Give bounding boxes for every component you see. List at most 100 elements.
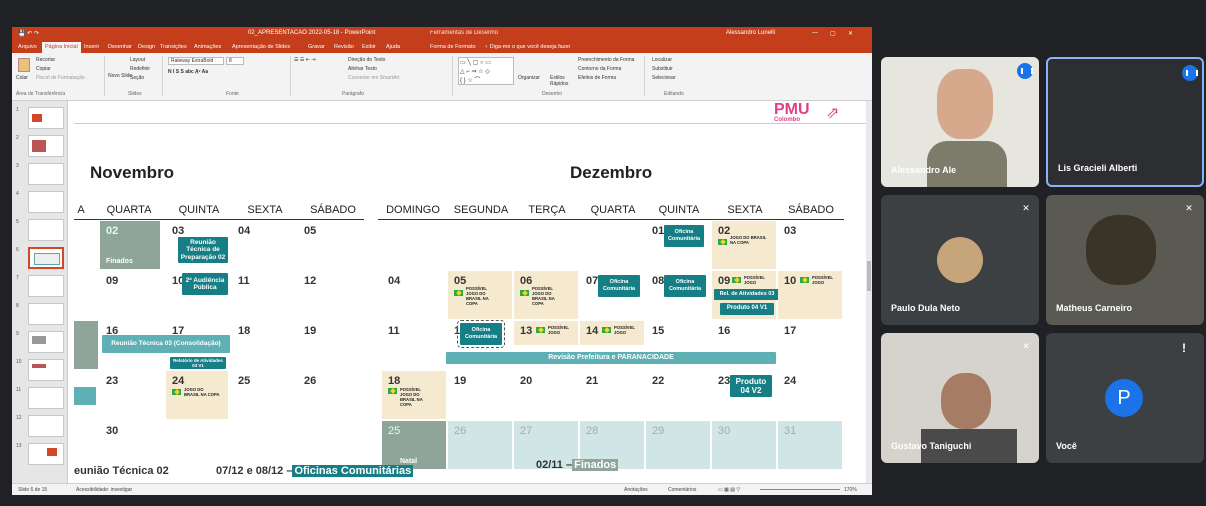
zoom-level[interactable]: 170% [844, 487, 857, 493]
close-icon[interactable]: ✕ [848, 30, 853, 37]
produto-04-v1-label[interactable]: Produto 04 V1 [720, 303, 774, 315]
rel-atividades-label[interactable]: Rel. de Atividades 03 [714, 289, 780, 300]
participant-tile-gustavo[interactable]: ✕ Gustavo Taniguchi [881, 333, 1039, 463]
tell-me-search[interactable]: ♀ Diga-me o que você deseja fazer [484, 44, 570, 50]
slide-thumb-selected[interactable] [28, 247, 64, 269]
shape-outline-button[interactable]: Contorno da Forma [578, 66, 621, 72]
tab-design[interactable]: Design [138, 44, 155, 50]
cut-button[interactable]: Recortar [36, 57, 55, 63]
day-number: 24 [784, 375, 797, 387]
maximize-icon[interactable]: ▢ [830, 30, 836, 37]
slide-thumb[interactable] [28, 415, 64, 437]
format-painter-button[interactable]: Pincel de Formatação [36, 75, 85, 81]
reuniao-preparacao-label[interactable]: Reunião Técnica de Preparação 02 [178, 237, 228, 263]
oficina-label[interactable]: Oficina Comunitária [664, 275, 706, 297]
quick-styles-button[interactable]: Estilos Rápidos [550, 75, 574, 87]
slide-thumb[interactable] [28, 387, 64, 409]
user-name[interactable]: Alessandro Lunelli [726, 30, 775, 36]
nov-cell-30: 30 [100, 421, 162, 469]
day-number: 18 [238, 325, 251, 337]
participant-tile-alessandro[interactable]: Alessandro Ale [881, 57, 1039, 187]
shape-effects-button[interactable]: Efeitos de Forma [578, 75, 616, 81]
tab-transicoes[interactable]: Transições [160, 44, 187, 50]
shapes-gallery[interactable]: ▭ ╲ ▢ ○ ▭ △ ⌐ ⇒ ☆ ◇{ } ☆ ⌒ [458, 57, 514, 85]
day-number: 18 [388, 375, 401, 387]
copy-button[interactable]: Copiar [36, 66, 51, 72]
reset-button[interactable]: Redefinir [130, 66, 150, 72]
list-buttons[interactable]: ☰ ☰ ⇤ ⇥ [294, 57, 316, 63]
nov-cell-11: 11 [232, 271, 294, 319]
new-slide-button[interactable]: Novo Slide [108, 73, 132, 79]
font-size-select[interactable]: 8 [226, 57, 244, 65]
thumb-number: 10 [16, 359, 22, 365]
revisao-label[interactable]: Revisão Prefeitura e PARANACIDADE [446, 352, 776, 364]
oficina-label-selected[interactable]: Oficina Comunitária [457, 320, 505, 348]
shape-fill-button[interactable]: Preenchimento da Forma [578, 57, 634, 63]
tab-revisao[interactable]: Revisão [334, 44, 354, 50]
accessibility-status[interactable]: Acessibilidade: investigar [76, 487, 132, 493]
tab-forma-formato[interactable]: Forma de Formato [430, 44, 476, 50]
save-icon[interactable]: 💾 ↶ ↷ [18, 30, 39, 37]
slide-thumb[interactable] [28, 359, 64, 381]
brazil-flag-icon [732, 277, 741, 283]
bold-button[interactable]: N I S S abc A̲ᵛ Aa [168, 69, 208, 75]
smartart-button[interactable]: Converter em SmartArt [348, 75, 399, 81]
replace-button[interactable]: Substituir [652, 66, 673, 72]
tab-pagina-inicial[interactable]: Página Inicial [42, 42, 81, 53]
slide-thumb[interactable] [28, 331, 64, 353]
reuniao-tecnica-03-label[interactable]: Reunião Técnica 03 (Consolidação) [102, 335, 230, 353]
participant-tile-matheus[interactable]: ✕ Matheus Carneiro [1046, 195, 1204, 325]
month-title-november: Novembro [90, 163, 175, 182]
slide-thumb[interactable] [28, 275, 64, 297]
slide-thumb[interactable] [28, 135, 64, 157]
relatorio-label[interactable]: Relatório de Atividades 03 V1 [170, 357, 226, 369]
minimize-icon[interactable]: — [812, 30, 818, 36]
slide-canvas[interactable]: PMU ⇗ Colombo Novembro Dezembro A QUARTA… [74, 101, 870, 483]
tab-desenhar[interactable]: Desenhar [108, 44, 132, 50]
slide-thumb[interactable] [28, 163, 64, 185]
slide-thumb[interactable] [28, 107, 64, 129]
tab-ajuda[interactable]: Ajuda [386, 44, 400, 50]
tab-inserir[interactable]: Inserir [84, 44, 99, 50]
slide-thumb[interactable] [28, 191, 64, 213]
tab-gravar[interactable]: Gravar [308, 44, 325, 50]
tab-animacoes[interactable]: Animações [194, 44, 221, 50]
zoom-slider[interactable] [760, 489, 840, 490]
font-name-select[interactable]: Raleway ExtraBold [168, 57, 224, 65]
day-number: 05 [454, 275, 467, 287]
view-buttons[interactable]: ▭ ▦ ▤ ▽ [718, 487, 740, 493]
participant-tile-paulo[interactable]: ✕ Paulo Dula Neto [881, 195, 1039, 325]
slide-thumbnails[interactable]: 1 2 3 4 5 6 7 8 9 10 11 12 13 [12, 101, 68, 483]
oficina-label[interactable]: Oficina Comunitária [598, 275, 640, 297]
tab-exibir[interactable]: Exibir [362, 44, 376, 50]
slide-thumb[interactable] [28, 443, 64, 465]
window-title: 02_APRESENTACAO 2022-05-18 - PowerPoint [248, 30, 376, 36]
slide-thumb[interactable] [28, 219, 64, 241]
align-text-button[interactable]: Alinhar Texto [348, 66, 377, 72]
oficina-label[interactable]: Oficina Comunitária [664, 225, 704, 247]
participant-tile-voce[interactable]: ! P Você [1046, 333, 1204, 463]
dec-cell-26: 26 [448, 421, 512, 469]
notes-button[interactable]: Anotações [624, 487, 648, 493]
participant-tile-lis[interactable]: Lis Gracieli Alberti [1046, 57, 1204, 187]
nov-cell-05: 05 [298, 221, 360, 269]
paste-icon[interactable] [18, 58, 30, 72]
slide-thumb[interactable] [28, 303, 64, 325]
paste-label[interactable]: Colar [16, 75, 28, 81]
comments-button[interactable]: Comentários [668, 487, 696, 493]
nov-header: SEXTA [247, 204, 283, 216]
arrange-button[interactable]: Organizar [518, 75, 540, 81]
tab-apresentacao[interactable]: Apresentação de Slides [232, 44, 290, 50]
produto-04-v2-label[interactable]: Produto 04 V2 [730, 375, 772, 397]
text-direction-button[interactable]: Direção do Texto [348, 57, 385, 63]
nov-header: SÁBADO [310, 204, 356, 216]
layout-button[interactable]: Layout [130, 57, 145, 63]
audiencia-publica-label[interactable]: 2ª Audiência Pública [182, 273, 228, 295]
participant-name: Matheus Carneiro [1056, 303, 1133, 313]
tab-arquivo[interactable]: Arquivo [18, 44, 37, 50]
find-button[interactable]: Localizar [652, 57, 672, 63]
select-button[interactable]: Selecionar [652, 75, 676, 81]
vertical-scrollbar[interactable] [866, 101, 872, 483]
section-button[interactable]: Seção [130, 75, 144, 81]
dec-cell-20: 20 [514, 371, 578, 419]
